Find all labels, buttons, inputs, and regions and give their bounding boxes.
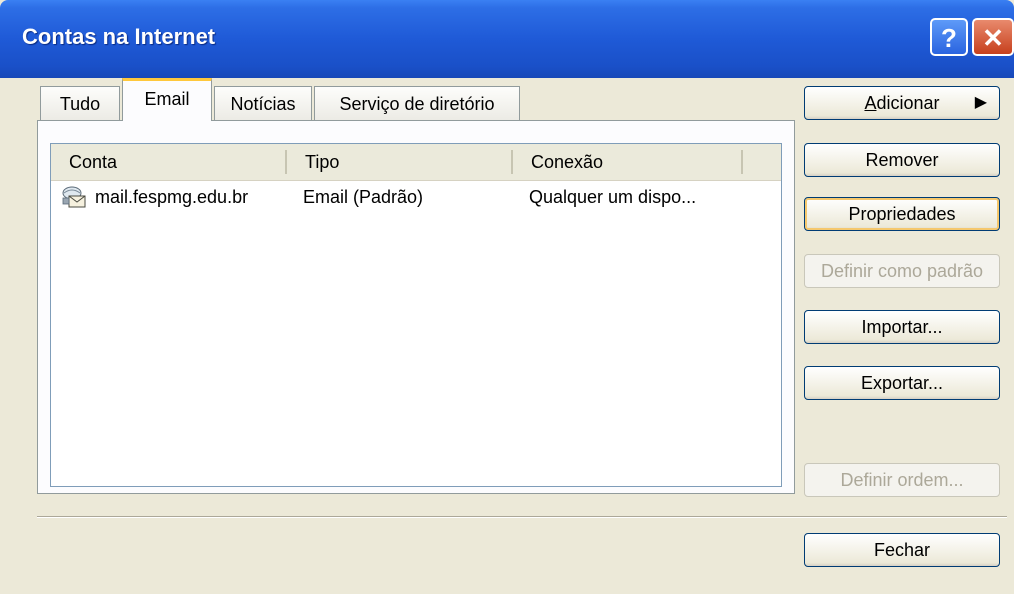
add-label-accelerator: A xyxy=(864,93,877,113)
help-button[interactable]: ? xyxy=(930,18,968,56)
tab-servico-de-diretorio[interactable]: Serviço de diretório xyxy=(314,86,520,120)
add-label: dicionar xyxy=(876,93,940,113)
window-title: Contas na Internet xyxy=(22,24,216,49)
title-bar[interactable]: Contas na Internet ? ✕ xyxy=(0,0,1014,78)
import-button[interactable]: Importar... xyxy=(804,310,1000,344)
tab-noticias[interactable]: Notícias xyxy=(214,86,312,120)
set-order-button[interactable]: Definir ordem... xyxy=(804,463,1000,497)
column-header-tipo[interactable]: Tipo xyxy=(305,144,339,180)
account-connection: Qualquer um dispo... xyxy=(529,187,697,207)
accounts-list[interactable]: Conta Tipo Conexão mail.fespmg.edu.br Em… xyxy=(50,143,782,487)
submenu-arrow-icon: ▶ xyxy=(974,94,987,111)
column-header-conta[interactable]: Conta xyxy=(69,144,117,180)
account-type: Email (Padrão) xyxy=(303,187,424,207)
separator-line xyxy=(37,516,1007,518)
column-divider[interactable] xyxy=(511,150,513,174)
close-button[interactable]: ✕ xyxy=(972,18,1014,56)
column-header-conexao[interactable]: Conexão xyxy=(531,144,603,180)
account-name: mail.fespmg.edu.br xyxy=(95,187,249,207)
tab-tudo[interactable]: Tudo xyxy=(40,86,120,120)
add-button[interactable]: Adicionar ▶ xyxy=(804,86,1000,120)
column-divider[interactable] xyxy=(741,150,743,174)
export-button[interactable]: Exportar... xyxy=(804,366,1000,400)
remove-button[interactable]: Remover xyxy=(804,143,1000,177)
close-dialog-button[interactable]: Fechar xyxy=(804,533,1000,567)
table-row[interactable]: mail.fespmg.edu.br Email (Padrão) Qualqu… xyxy=(51,182,781,212)
set-default-button[interactable]: Definir como padrão xyxy=(804,254,1000,288)
list-header: Conta Tipo Conexão xyxy=(51,144,781,181)
tab-email[interactable]: Email xyxy=(122,78,212,121)
dialog-window: Contas na Internet ? ✕ Tudo Notícias Ser… xyxy=(0,0,1014,594)
column-divider[interactable] xyxy=(285,150,287,174)
properties-button[interactable]: Propriedades xyxy=(804,197,1000,231)
mail-account-icon xyxy=(62,186,86,208)
